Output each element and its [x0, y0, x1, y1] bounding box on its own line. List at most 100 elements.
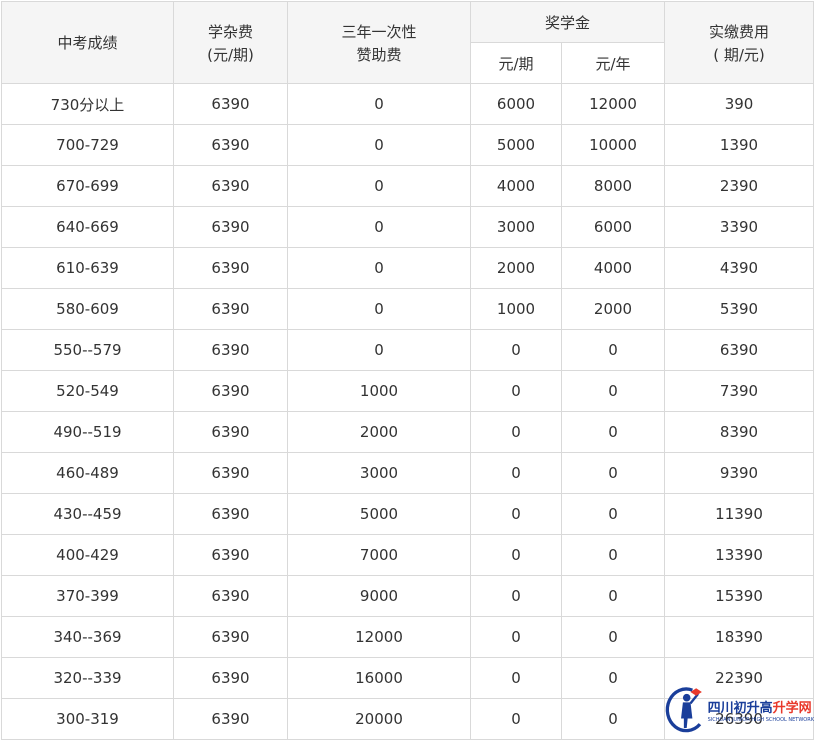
cell-actual-fee: 18390 — [664, 616, 815, 658]
cell-actual-fee: 6390 — [664, 329, 815, 371]
cell-actual-fee: 7390 — [664, 370, 815, 412]
cell-actual-fee: 8390 — [664, 411, 815, 453]
cell-sponsor-fee: 1000 — [287, 370, 471, 412]
watermark-logo: 四川初升高升学网 SICHUAN JUNIOR HIGH SCHOOL NETW… — [664, 683, 814, 737]
cell-sponsor-fee: 2000 — [287, 411, 471, 453]
cell-tuition: 6390 — [173, 247, 288, 289]
cell-scholarship-per-year: 0 — [560, 575, 666, 617]
cell-tuition: 6390 — [173, 698, 288, 740]
cell-sponsor-fee: 0 — [287, 124, 471, 166]
cell-score: 430--459 — [1, 493, 174, 535]
cell-sponsor-fee: 12000 — [287, 616, 471, 658]
cell-tuition: 6390 — [173, 83, 288, 125]
cell-scholarship-per-year: 12000 — [560, 83, 666, 125]
cell-scholarship-per-year: 2000 — [560, 288, 666, 330]
cell-score: 700-729 — [1, 124, 174, 166]
cell-actual-fee: 13390 — [664, 534, 815, 576]
header-sponsor-fee: 三年一次性 赞助费 — [287, 1, 471, 84]
cell-score: 400-429 — [1, 534, 174, 576]
cell-actual-fee: 390 — [664, 83, 815, 125]
cell-scholarship-per-year: 8000 — [560, 165, 666, 207]
table-row: 430--459 6390 5000 0 0 11390 — [1, 493, 815, 535]
cell-score: 730分以上 — [1, 83, 174, 125]
header-scholarship-per-term: 元/期 — [470, 42, 562, 84]
cell-tuition: 6390 — [173, 452, 288, 494]
cell-sponsor-fee: 7000 — [287, 534, 471, 576]
header-score: 中考成绩 — [1, 1, 174, 84]
watermark-subtitle: SICHUAN JUNIOR HIGH SCHOOL NETWORK — [707, 717, 814, 723]
cell-tuition: 6390 — [173, 165, 288, 207]
cell-sponsor-fee: 0 — [287, 288, 471, 330]
header-tuition: 学杂费 (元/期) — [173, 1, 288, 84]
cell-scholarship-per-term: 0 — [470, 534, 562, 576]
cell-actual-fee: 11390 — [664, 493, 815, 535]
cell-tuition: 6390 — [173, 206, 288, 248]
cell-sponsor-fee: 0 — [287, 247, 471, 289]
cell-scholarship-per-year: 4000 — [560, 247, 666, 289]
cell-tuition: 6390 — [173, 575, 288, 617]
table-header: 中考成绩 学杂费 (元/期) 三年一次性 赞助费 奖学金 实缴费用( 期/元) 元/… — [1, 1, 815, 84]
cell-sponsor-fee: 3000 — [287, 452, 471, 494]
cell-tuition: 6390 — [173, 329, 288, 371]
cell-actual-fee: 4390 — [664, 247, 815, 289]
cell-score: 550--579 — [1, 329, 174, 371]
cell-scholarship-per-year: 0 — [560, 329, 666, 371]
cell-sponsor-fee: 0 — [287, 329, 471, 371]
cell-scholarship-per-term: 4000 — [470, 165, 562, 207]
cell-scholarship-per-year: 0 — [560, 657, 666, 699]
table-row: 400-429 6390 7000 0 0 13390 — [1, 534, 815, 576]
cell-actual-fee: 5390 — [664, 288, 815, 330]
cell-scholarship-per-year: 0 — [560, 493, 666, 535]
cell-sponsor-fee: 5000 — [287, 493, 471, 535]
cell-actual-fee: 3390 — [664, 206, 815, 248]
cell-score: 460-489 — [1, 452, 174, 494]
cell-scholarship-per-term: 0 — [470, 370, 562, 412]
cell-sponsor-fee: 0 — [287, 165, 471, 207]
table-row: 520-549 6390 1000 0 0 7390 — [1, 370, 815, 412]
header-actual-fee: 实缴费用( 期/元) — [664, 1, 815, 84]
cell-tuition: 6390 — [173, 616, 288, 658]
cell-scholarship-per-year: 0 — [560, 452, 666, 494]
table-row: 730分以上 6390 0 6000 12000 390 — [1, 83, 815, 125]
cell-scholarship-per-term: 0 — [470, 329, 562, 371]
cell-scholarship-per-term: 0 — [470, 411, 562, 453]
cell-scholarship-per-term: 0 — [470, 657, 562, 699]
cell-tuition: 6390 — [173, 657, 288, 699]
cell-score: 370-399 — [1, 575, 174, 617]
cell-sponsor-fee: 0 — [287, 83, 471, 125]
cell-scholarship-per-term: 0 — [470, 452, 562, 494]
cell-scholarship-per-term: 0 — [470, 493, 562, 535]
table-row: 340--369 6390 12000 0 0 18390 — [1, 616, 815, 658]
cell-actual-fee: 1390 — [664, 124, 815, 166]
cell-score: 670-699 — [1, 165, 174, 207]
cell-scholarship-per-term: 2000 — [470, 247, 562, 289]
cell-sponsor-fee: 20000 — [287, 698, 471, 740]
cell-scholarship-per-year: 0 — [560, 411, 666, 453]
cell-score: 490--519 — [1, 411, 174, 453]
cell-tuition: 6390 — [173, 288, 288, 330]
graduate-logo-icon — [665, 687, 702, 733]
cell-scholarship-per-year: 10000 — [560, 124, 666, 166]
cell-tuition: 6390 — [173, 411, 288, 453]
cell-sponsor-fee: 16000 — [287, 657, 471, 699]
cell-scholarship-per-term: 5000 — [470, 124, 562, 166]
watermark-title: 四川初升高升学网 — [707, 701, 812, 716]
cell-score: 340--369 — [1, 616, 174, 658]
cell-scholarship-per-year: 6000 — [560, 206, 666, 248]
table-row: 370-399 6390 9000 0 0 15390 — [1, 575, 815, 617]
cell-score: 300-319 — [1, 698, 174, 740]
cell-actual-fee: 15390 — [664, 575, 815, 617]
cell-score: 640-669 — [1, 206, 174, 248]
cell-tuition: 6390 — [173, 124, 288, 166]
cell-scholarship-per-term: 0 — [470, 575, 562, 617]
cell-sponsor-fee: 0 — [287, 206, 471, 248]
table-row: 670-699 6390 0 4000 8000 2390 — [1, 165, 815, 207]
table-row: 580-609 6390 0 1000 2000 5390 — [1, 288, 815, 330]
cell-score: 320--339 — [1, 657, 174, 699]
table-row: 460-489 6390 3000 0 0 9390 — [1, 452, 815, 494]
cell-scholarship-per-term: 0 — [470, 616, 562, 658]
cell-sponsor-fee: 9000 — [287, 575, 471, 617]
cell-tuition: 6390 — [173, 493, 288, 535]
table-row: 700-729 6390 0 5000 10000 1390 — [1, 124, 815, 166]
cell-tuition: 6390 — [173, 534, 288, 576]
